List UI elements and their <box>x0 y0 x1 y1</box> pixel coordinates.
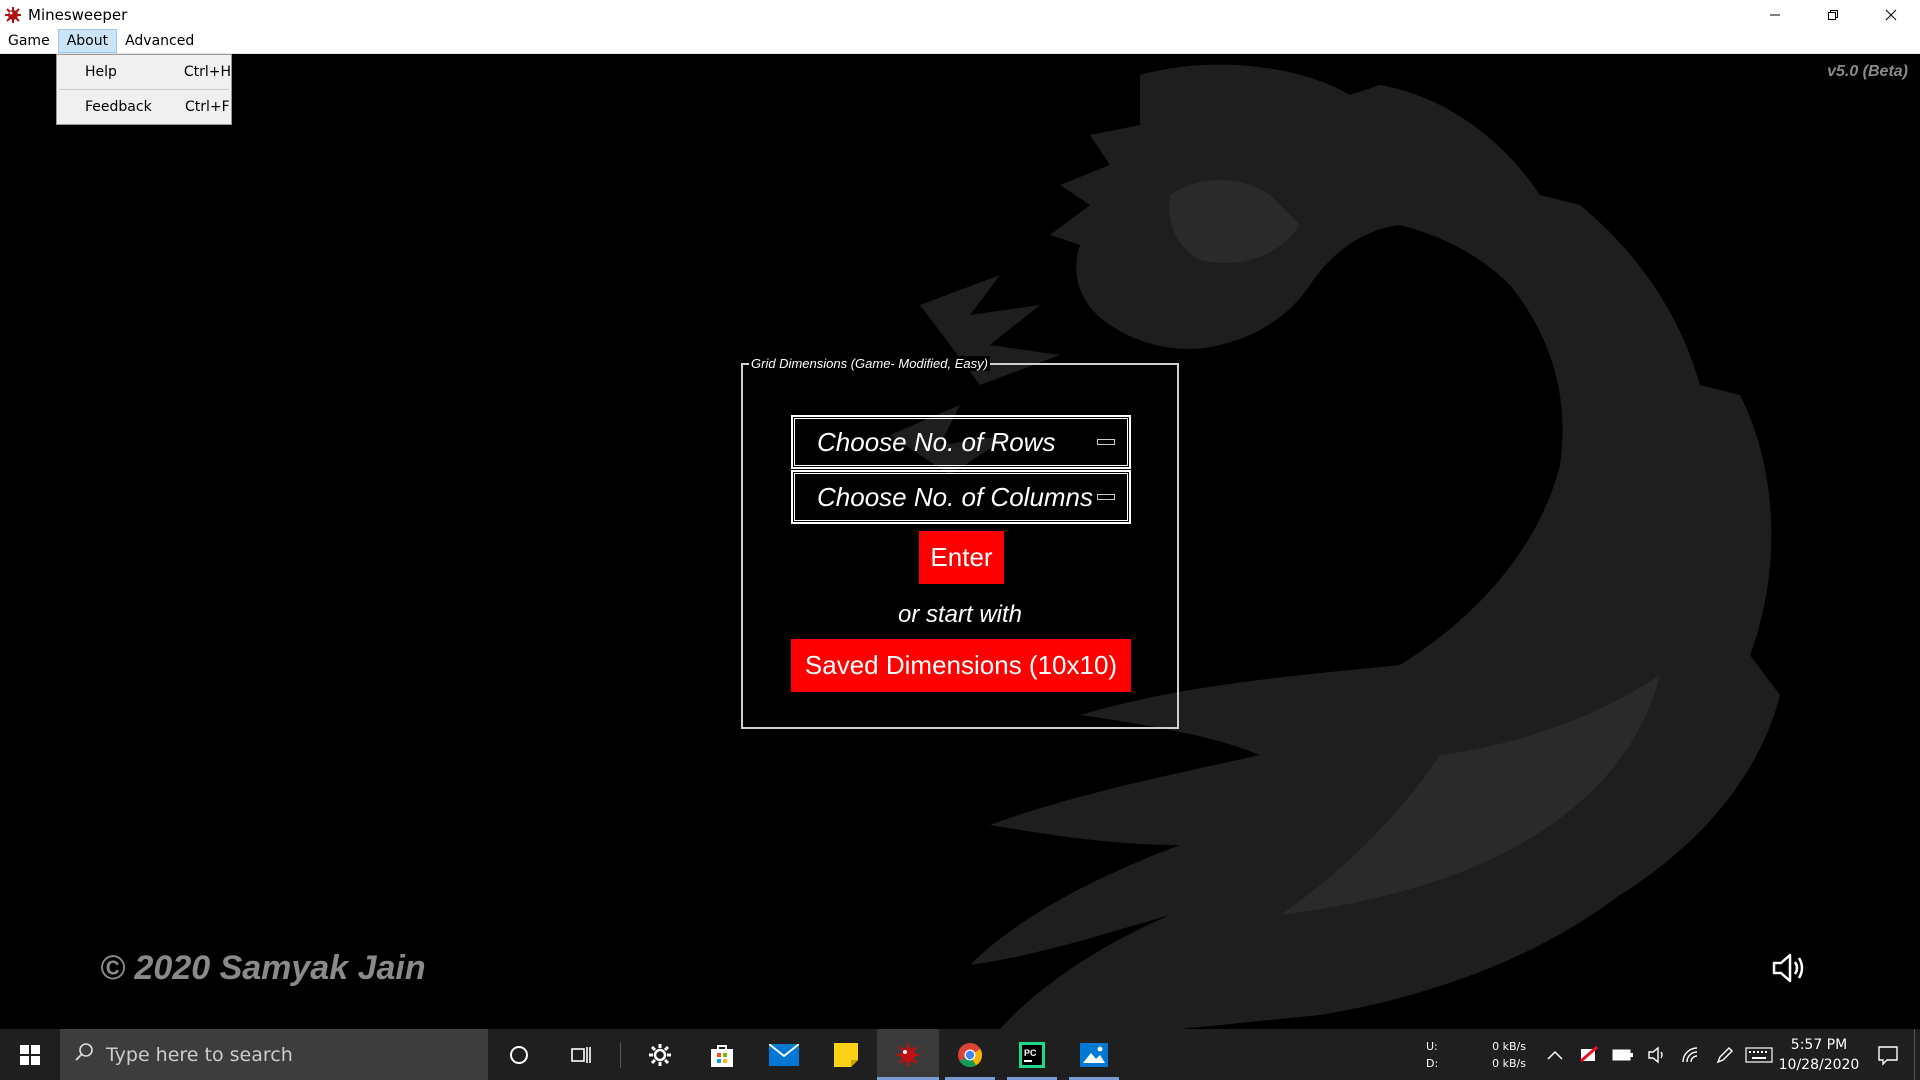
restore-icon <box>1828 9 1838 20</box>
upload-label: U: <box>1426 1039 1438 1053</box>
columns-select-value: Choose No. of Columns <box>817 481 1094 512</box>
menu-item-help-shortcut: Ctrl+H <box>183 64 231 80</box>
svg-text:PC: PC <box>1024 1048 1037 1058</box>
chevron-up-icon[interactable] <box>1538 1050 1572 1060</box>
title-bar: Minesweeper <box>0 0 1920 29</box>
settings-icon[interactable] <box>629 1029 691 1080</box>
mine-icon <box>4 6 22 24</box>
version-label: v5.0 (Beta) <box>1827 63 1908 80</box>
cortana-icon[interactable] <box>488 1029 550 1080</box>
photos-icon[interactable] <box>1063 1029 1125 1080</box>
saved-dimensions-button[interactable]: Saved Dimensions (10x10) <box>791 639 1131 692</box>
grid-dimensions-group: Grid Dimensions (Game- Modified, Easy) C… <box>741 356 1179 729</box>
menu-advanced[interactable]: Advanced <box>117 29 202 53</box>
grid-dimensions-title: Grid Dimensions (Game- Modified, Easy) <box>749 356 990 371</box>
copyright-text: © 2020 Samyak Jain <box>100 949 426 987</box>
minimize-button[interactable] <box>1746 0 1804 29</box>
restore-button[interactable] <box>1804 0 1862 29</box>
menu-item-help-label: Help <box>85 64 117 80</box>
enter-button[interactable]: Enter <box>919 531 1004 584</box>
rows-select-value: Choose No. of Rows <box>817 426 1056 457</box>
start-button[interactable] <box>0 1029 60 1080</box>
volume-icon[interactable] <box>1640 1046 1674 1064</box>
mail-icon[interactable] <box>753 1029 815 1080</box>
download-label: D: <box>1426 1056 1439 1070</box>
close-icon <box>1885 9 1897 20</box>
main-canvas: v5.0 (Beta) Grid Dimensions (Game- Modif… <box>0 55 1920 1029</box>
dropdown-indicator-icon <box>1097 494 1115 500</box>
store-icon[interactable] <box>691 1029 753 1080</box>
show-desktop-button[interactable] <box>1914 1029 1920 1080</box>
taskbar-separator <box>620 1041 621 1068</box>
menu-bar: Game About Advanced <box>0 29 1920 54</box>
window-title: Minesweeper <box>28 5 128 24</box>
rows-select[interactable]: Choose No. of Rows <box>791 415 1131 469</box>
download-speed: 0 kB/s <box>1492 1056 1526 1070</box>
wifi-icon[interactable] <box>1674 1046 1708 1064</box>
security-alert-icon[interactable] <box>1572 1045 1606 1064</box>
taskbar-clock[interactable]: 5:57 PM 10/28/2020 <box>1776 1035 1862 1075</box>
menu-item-feedback-label: Feedback <box>85 99 152 115</box>
task-view-icon[interactable] <box>550 1029 612 1080</box>
menu-item-feedback[interactable]: Feedback Ctrl+F <box>57 90 231 124</box>
speaker-icon[interactable] <box>1768 948 1808 988</box>
columns-select[interactable]: Choose No. of Columns <box>791 470 1131 524</box>
about-dropdown: Help Ctrl+H Feedback Ctrl+F <box>56 54 232 125</box>
menu-item-feedback-shortcut: Ctrl+F <box>185 99 230 115</box>
search-placeholder: Type here to search <box>106 1043 293 1066</box>
or-start-with-label: or start with <box>897 601 1023 628</box>
system-tray: U: D: 0 kB/s 0 kB/s 5:57 PM 10/28/2020 <box>1426 1029 1920 1080</box>
upload-speed: 0 kB/s <box>1492 1039 1526 1053</box>
dropdown-indicator-icon <box>1097 439 1115 445</box>
clock-date: 10/28/2020 <box>1778 1056 1860 1073</box>
menu-about[interactable]: About <box>57 29 118 53</box>
menu-item-help[interactable]: Help Ctrl+H <box>57 55 231 89</box>
chrome-icon[interactable] <box>939 1029 1001 1080</box>
taskbar: Type here to search PC U: D: 0 kB/s 0 kB… <box>0 1029 1920 1080</box>
minesweeper-icon[interactable] <box>877 1029 939 1080</box>
close-button[interactable] <box>1862 0 1920 29</box>
sticky-notes-icon[interactable] <box>815 1029 877 1080</box>
pycharm-icon[interactable]: PC <box>1001 1029 1063 1080</box>
notification-center-icon[interactable] <box>1862 1044 1914 1066</box>
clock-time: 5:57 PM <box>1790 1036 1848 1053</box>
battery-icon[interactable] <box>1606 1049 1640 1061</box>
menu-game[interactable]: Game <box>0 29 58 53</box>
windows-logo-icon <box>20 1044 40 1065</box>
minimize-icon <box>1770 14 1780 15</box>
network-speed: U: D: 0 kB/s 0 kB/s <box>1426 1038 1526 1072</box>
taskbar-search[interactable]: Type here to search <box>60 1029 488 1080</box>
pen-icon[interactable] <box>1708 1045 1742 1065</box>
search-icon <box>74 1042 94 1067</box>
keyboard-icon[interactable] <box>1742 1046 1776 1063</box>
